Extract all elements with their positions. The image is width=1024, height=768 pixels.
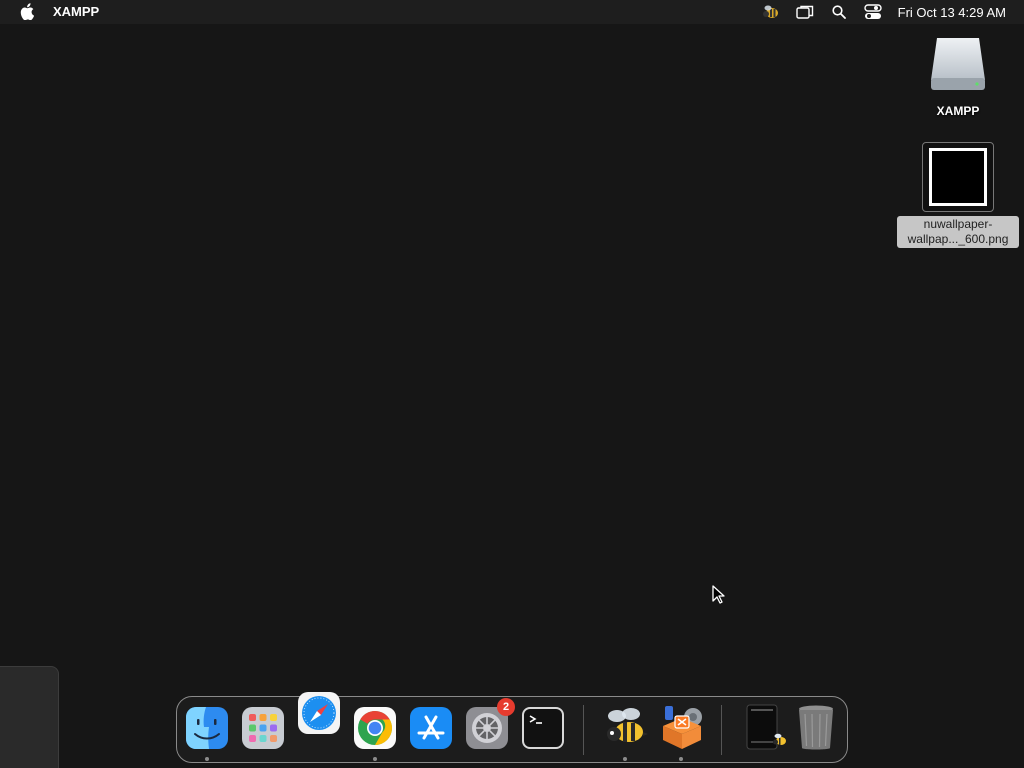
- dock-separator: [583, 705, 584, 755]
- running-indicator: [205, 757, 209, 761]
- desktop-drive-xampp[interactable]: XAMPP: [918, 34, 998, 118]
- file-label-line1: nuwallpaper-: [923, 217, 993, 231]
- launchpad-icon[interactable]: [241, 706, 285, 750]
- finder-icon[interactable]: [185, 706, 229, 750]
- dock: 2: [176, 692, 848, 763]
- dock-separator: [721, 705, 722, 755]
- apple-menu-icon[interactable]: [20, 3, 34, 20]
- menu-bar-clock[interactable]: Fri Oct 13 4:29 AM: [898, 5, 1006, 20]
- menu-bar: XAMPP Fri Oct 13 4:29 AM: [0, 0, 1024, 24]
- chrome-icon[interactable]: [353, 706, 397, 750]
- running-indicator: [623, 757, 627, 761]
- external-drive-icon: [929, 34, 987, 92]
- stack-icon[interactable]: [743, 703, 789, 751]
- xampp-icon[interactable]: [657, 704, 707, 750]
- desktop-file-wallpaper[interactable]: nuwallpaper- wallpap..._600.png: [896, 142, 1020, 248]
- trash-icon[interactable]: [795, 704, 837, 752]
- hornet-app-icon[interactable]: [754, 0, 788, 24]
- screen-mirroring-icon[interactable]: [788, 0, 822, 24]
- notification-badge: 2: [497, 698, 515, 716]
- safari-icon[interactable]: [297, 691, 341, 735]
- offscreen-window-edge[interactable]: [0, 666, 59, 768]
- running-indicator: [373, 757, 377, 761]
- bee-icon[interactable]: [601, 704, 649, 750]
- mouse-pointer-icon: [712, 585, 725, 604]
- file-label: nuwallpaper- wallpap..._600.png: [897, 216, 1019, 248]
- app-store-icon[interactable]: [409, 706, 453, 750]
- running-indicator: [679, 757, 683, 761]
- active-app-name[interactable]: XAMPP: [53, 4, 99, 19]
- file-label-line2: wallpap..._600.png: [907, 232, 1009, 246]
- drive-label: XAMPP: [936, 104, 980, 118]
- control-center-icon[interactable]: [856, 0, 890, 24]
- search-icon[interactable]: [822, 0, 856, 24]
- system-settings-icon[interactable]: 2: [465, 698, 515, 750]
- terminal-icon[interactable]: [521, 706, 565, 750]
- image-file-icon: [922, 142, 994, 212]
